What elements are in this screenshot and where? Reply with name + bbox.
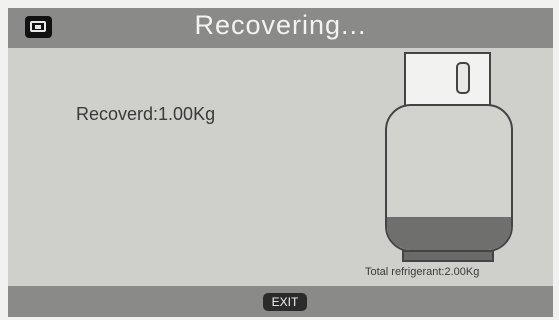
title-bar: Recovering... bbox=[8, 8, 553, 48]
cylinder-base bbox=[402, 250, 494, 262]
cylinder-fill-level bbox=[387, 217, 511, 250]
recovered-amount: Recoverd:1.00Kg bbox=[76, 104, 216, 124]
refrigerant-cylinder bbox=[385, 52, 515, 262]
valve-slot bbox=[456, 62, 470, 94]
exit-button[interactable]: EXIT bbox=[263, 293, 307, 311]
cylinder-body bbox=[385, 104, 513, 252]
total-refrigerant: Total refrigerant:2.00Kg bbox=[365, 266, 480, 278]
cylinder-valve bbox=[404, 52, 491, 107]
device-screen: Recovering... Recoverd:1.00Kg Total refr… bbox=[8, 8, 553, 317]
page-title: Recovering... bbox=[194, 10, 367, 40]
bottom-bar: EXIT bbox=[8, 286, 553, 317]
